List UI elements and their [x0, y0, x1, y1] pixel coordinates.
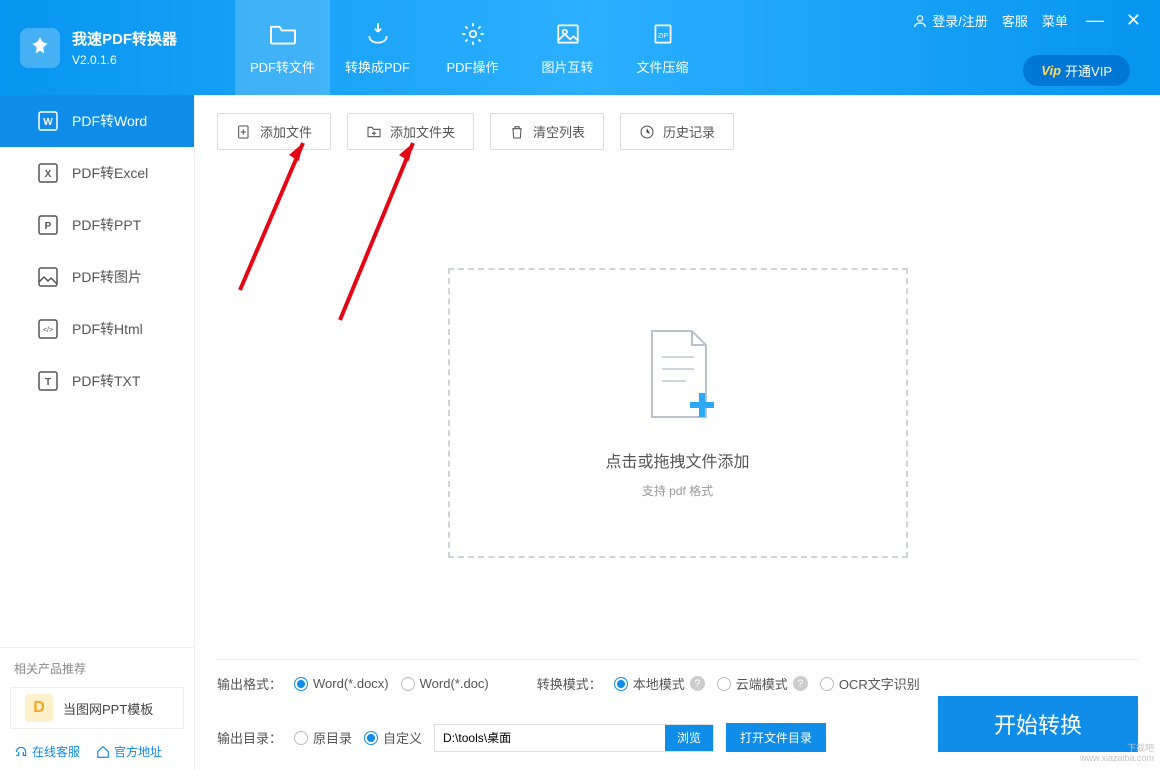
headset-icon — [14, 745, 28, 759]
svg-text:T: T — [45, 377, 51, 388]
txt-icon: T — [38, 371, 58, 391]
svg-text:</>: </> — [43, 327, 53, 334]
open-dir-button[interactable]: 打开文件目录 — [726, 723, 826, 752]
watermark: 下载吧 www.xiazaiba.com — [1080, 744, 1154, 764]
trash-icon — [509, 124, 525, 140]
vip-button[interactable]: Vip 开通VIP — [1023, 55, 1130, 86]
svg-text:W: W — [43, 117, 53, 128]
template-icon: D — [25, 694, 53, 722]
sidebar-item-pdf-ppt[interactable]: P PDF转PPT — [0, 199, 194, 251]
annotation-arrow-1 — [225, 125, 325, 295]
support-link[interactable]: 客服 — [1002, 11, 1028, 30]
app-title: 我速PDF转换器 — [72, 28, 177, 49]
related-product-item[interactable]: D 当图网PPT模板 — [10, 687, 184, 729]
sidebar-item-pdf-word[interactable]: W PDF转Word — [0, 95, 194, 147]
add-folder-icon — [366, 124, 382, 140]
menu-link[interactable]: 菜单 — [1042, 11, 1068, 30]
browse-button[interactable]: 浏览 — [665, 725, 713, 751]
drop-title: 点击或拖拽文件添加 — [605, 448, 749, 472]
add-file-button[interactable]: 添加文件 — [217, 113, 331, 150]
radio-doc[interactable]: Word(*.doc) — [401, 676, 489, 691]
svg-text:X: X — [45, 169, 52, 180]
radio-docx[interactable]: Word(*.docx) — [294, 676, 389, 691]
radio-custom-dir[interactable]: 自定义 — [364, 728, 422, 747]
minimize-button[interactable]: — — [1082, 10, 1108, 31]
excel-icon: X — [38, 163, 58, 183]
sidebar-item-pdf-txt[interactable]: T PDF转TXT — [0, 355, 194, 407]
sidebar: W PDF转Word X PDF转Excel P PDF转PPT PDF转图片 … — [0, 95, 195, 770]
tab-compress[interactable]: ZIP 文件压缩 — [615, 0, 710, 95]
sidebar-item-pdf-image[interactable]: PDF转图片 — [0, 251, 194, 303]
close-button[interactable]: ✕ — [1122, 10, 1145, 31]
image-icon — [555, 19, 581, 49]
radio-local-mode[interactable]: 本地模式? — [614, 674, 705, 693]
radio-ocr-mode[interactable]: OCR文字识别 — [820, 674, 920, 693]
help-icon[interactable]: ? — [690, 676, 705, 691]
tab-image-convert[interactable]: 图片互转 — [520, 0, 615, 95]
picture-icon — [38, 267, 58, 287]
radio-cloud-mode[interactable]: 云端模式? — [717, 674, 808, 693]
content-area: 添加文件 添加文件夹 清空列表 历史记录 点击或拖拽文件添加 支持 pdf 格式 — [195, 95, 1160, 770]
output-format-label: 输出格式： — [217, 674, 282, 693]
output-path-input[interactable] — [435, 725, 665, 751]
user-icon — [912, 13, 928, 29]
header: 我速PDF转换器 V2.0.1.6 PDF转文件 转换成PDF PDF操作 图片… — [0, 0, 1160, 95]
pdf-icon — [365, 19, 391, 49]
tab-pdf-to-file[interactable]: PDF转文件 — [235, 0, 330, 95]
add-file-icon — [236, 124, 252, 140]
logo-area: 我速PDF转换器 V2.0.1.6 — [0, 28, 235, 68]
folder-icon — [268, 19, 298, 49]
related-title: 相关产品推荐 — [0, 660, 194, 687]
output-dir-label: 输出目录： — [217, 728, 282, 747]
sidebar-item-pdf-html[interactable]: </> PDF转Html — [0, 303, 194, 355]
add-folder-button[interactable]: 添加文件夹 — [347, 113, 474, 150]
sidebar-item-pdf-excel[interactable]: X PDF转Excel — [0, 147, 194, 199]
app-logo-icon — [20, 28, 60, 68]
svg-text:ZIP: ZIP — [657, 32, 667, 39]
ppt-icon: P — [38, 215, 58, 235]
html-icon: </> — [38, 319, 58, 339]
word-icon: W — [38, 111, 58, 131]
clock-icon — [639, 124, 655, 140]
tab-pdf-ops[interactable]: PDF操作 — [425, 0, 520, 95]
convert-mode-label: 转换模式： — [537, 674, 602, 693]
zip-icon: ZIP — [650, 19, 676, 49]
home-icon — [96, 745, 110, 759]
clear-list-button[interactable]: 清空列表 — [490, 113, 604, 150]
login-link[interactable]: 登录/注册 — [912, 11, 988, 30]
drop-subtitle: 支持 pdf 格式 — [642, 482, 713, 499]
vip-badge-icon: Vip — [1041, 63, 1061, 78]
document-add-icon — [638, 327, 718, 428]
main-tabs: PDF转文件 转换成PDF PDF操作 图片互转 ZIP 文件压缩 — [235, 0, 710, 95]
app-version: V2.0.1.6 — [72, 53, 177, 67]
svg-text:P: P — [45, 221, 52, 232]
header-right: 登录/注册 客服 菜单 — ✕ — [912, 10, 1145, 31]
drop-zone[interactable]: 点击或拖拽文件添加 支持 pdf 格式 — [448, 268, 908, 558]
official-site-link[interactable]: 官方地址 — [96, 743, 162, 760]
tab-to-pdf[interactable]: 转换成PDF — [330, 0, 425, 95]
gear-icon — [460, 19, 486, 49]
toolbar: 添加文件 添加文件夹 清空列表 历史记录 — [217, 113, 1138, 150]
radio-original-dir[interactable]: 原目录 — [294, 728, 352, 747]
output-path-field: 浏览 — [434, 724, 714, 752]
help-icon[interactable]: ? — [793, 676, 808, 691]
annotation-arrow-2 — [325, 125, 435, 325]
history-button[interactable]: 历史记录 — [620, 113, 734, 150]
online-support-link[interactable]: 在线客服 — [14, 743, 80, 760]
